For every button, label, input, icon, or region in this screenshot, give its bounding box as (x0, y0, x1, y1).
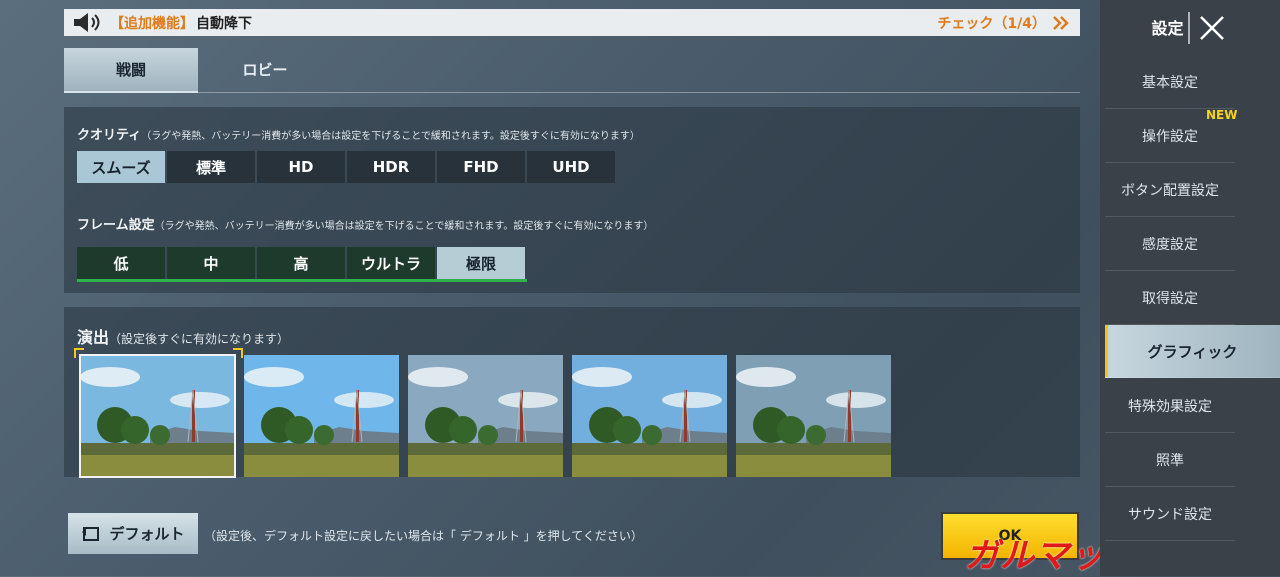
sidebar-item-sound[interactable]: サウンド設定 (1105, 488, 1235, 541)
quality-option-standard[interactable]: 標準 (167, 151, 255, 183)
frame-option-high[interactable]: 高 (257, 247, 345, 279)
tab-lobby[interactable]: ロビー (198, 48, 332, 91)
quality-note: （ラグや発熱、バッテリー消費が多い場合は設定を下げることで緩和されます。設定後す… (141, 131, 640, 142)
notice-tag: 【追加機能】 (110, 15, 194, 32)
frame-option-extreme[interactable]: 極限 (437, 247, 525, 279)
landscape-preview-icon (572, 355, 727, 477)
frame-option-low[interactable]: 低 (77, 247, 165, 279)
close-button[interactable] (1188, 12, 1234, 44)
style-thumbnail-4[interactable] (572, 355, 727, 477)
notice-check-label: チェック（1/4） (937, 15, 1046, 32)
sidebar-item-aim[interactable]: 照準 (1105, 434, 1235, 487)
frame-selector: 低 中 高 ウルトラ 極限 (77, 247, 527, 282)
style-thumbnail-3[interactable] (408, 355, 563, 477)
quality-title: クオリティ（ラグや発熱、バッテリー消費が多い場合は設定を下げることで緩和されます… (77, 124, 640, 143)
quality-option-fhd[interactable]: FHD (437, 151, 525, 183)
sidebar-item-basic[interactable]: 基本設定 (1105, 56, 1235, 109)
quality-option-hd[interactable]: HD (257, 151, 345, 183)
tab-bar: 戦闘 ロビー (64, 48, 1080, 93)
notice-text: 自動降下 (196, 15, 252, 32)
style-title-label: 演出 (77, 328, 110, 347)
style-thumbnail-2[interactable] (244, 355, 399, 477)
landscape-preview-icon (736, 355, 891, 477)
selection-corner-icon (233, 348, 243, 358)
frame-title-label: フレーム設定 (77, 218, 155, 233)
selection-corner-icon (74, 348, 84, 358)
default-button-label: デフォルト (109, 525, 185, 543)
sidebar-item-button-layout[interactable]: ボタン配置設定 (1105, 164, 1235, 217)
style-thumbnail-1[interactable] (79, 354, 236, 478)
notice-bar[interactable]: 【追加機能】 自動降下 チェック（1/4） (64, 9, 1080, 36)
reset-icon (82, 526, 100, 541)
quality-title-label: クオリティ (77, 128, 142, 143)
sidebar-item-pickup[interactable]: 取得設定 (1105, 272, 1235, 325)
landscape-preview-icon (80, 355, 235, 477)
style-thumbnails (79, 354, 891, 478)
sidebar-item-sensitivity[interactable]: 感度設定 (1105, 218, 1235, 271)
quality-option-uhd[interactable]: UHD (527, 151, 615, 183)
quality-option-hdr[interactable]: HDR (347, 151, 435, 183)
speaker-icon (74, 13, 100, 32)
sidebar-item-graphics[interactable]: グラフィック (1105, 325, 1280, 378)
sidebar-item-effects[interactable]: 特殊効果設定 (1105, 380, 1235, 433)
style-note: （設定後すぐに有効になります） (109, 332, 290, 346)
style-title: 演出（設定後すぐに有効になります） (77, 324, 289, 348)
frame-note: （ラグや発熱、バッテリー消費が多い場合は設定を下げることで緩和されます。設定後す… (154, 221, 654, 232)
default-note: （設定後、デフォルト設定に戻したい場合は「 デフォルト 」を押してください） (204, 529, 643, 543)
style-thumbnail-5[interactable] (736, 355, 891, 477)
notice-check-link[interactable]: チェック（1/4） (937, 13, 1070, 33)
landscape-preview-icon (244, 355, 399, 477)
new-badge: NEW (1206, 108, 1238, 122)
landscape-preview-icon (408, 355, 563, 477)
frame-option-ultra[interactable]: ウルトラ (347, 247, 435, 279)
quality-option-smooth[interactable]: スムーズ (77, 151, 165, 183)
frame-option-medium[interactable]: 中 (167, 247, 255, 279)
double-chevron-right-icon (1053, 15, 1069, 30)
default-button[interactable]: デフォルト (68, 513, 198, 554)
tab-battle[interactable]: 戦闘 (64, 48, 198, 93)
frame-title: フレーム設定（ラグや発熱、バッテリー消費が多い場合は設定を下げることで緩和されま… (77, 214, 653, 233)
close-icon (1200, 16, 1224, 40)
quality-selector: スムーズ 標準 HD HDR FHD UHD (77, 151, 617, 183)
